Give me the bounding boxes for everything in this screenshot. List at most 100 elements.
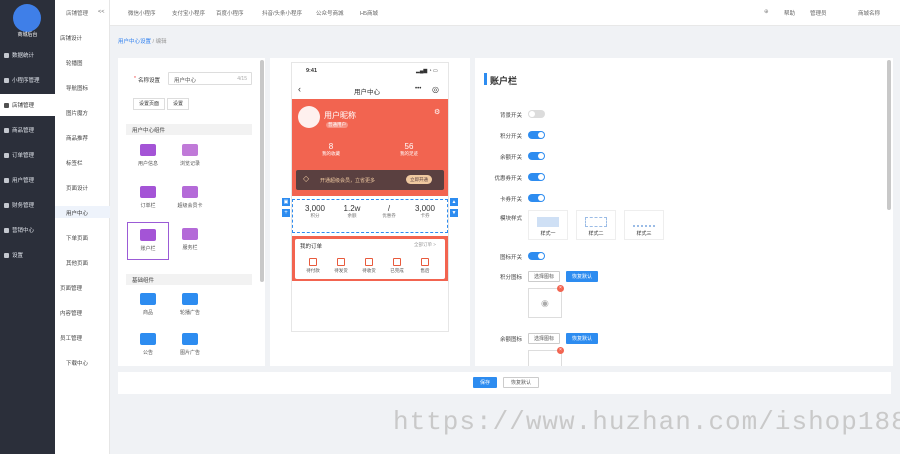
component-notice[interactable]: 公告 bbox=[127, 327, 169, 365]
sidebar-item-label: 财务管理 bbox=[12, 203, 35, 209]
style-preview-1 bbox=[537, 217, 559, 227]
component-history[interactable]: 浏览记录 bbox=[169, 138, 211, 176]
sidebar-item-goods[interactable]: 商品管理 bbox=[0, 119, 55, 141]
nav-link-douyin[interactable]: 抖音/头条小程序 bbox=[262, 9, 302, 17]
add-icon[interactable]: + bbox=[282, 209, 290, 217]
save-button[interactable]: 保存 bbox=[473, 377, 497, 388]
nav-link-alipay[interactable]: 支付宝小程序 bbox=[172, 9, 205, 17]
sidebar-item-miniapp[interactable]: 小程序管理 bbox=[0, 69, 55, 91]
nav-link-h5[interactable]: H5商城 bbox=[360, 9, 378, 17]
subnav-item[interactable]: 用户中心 bbox=[55, 206, 110, 218]
sidebar-item-settings[interactable]: 设置 bbox=[0, 244, 55, 266]
order-aftersale[interactable]: 售后 bbox=[414, 258, 436, 274]
move-down-icon[interactable]: ▼ bbox=[450, 209, 458, 217]
subnav-item[interactable]: 导航图标 bbox=[55, 81, 110, 93]
subnav-item[interactable]: 图片魔方 bbox=[55, 106, 110, 118]
breadcrumb-parent[interactable]: 用户中心设置 bbox=[118, 39, 151, 45]
sidebar-item-order[interactable]: 订单管理 bbox=[0, 144, 55, 166]
component-vip-card[interactable]: 超级会员卡 bbox=[169, 180, 211, 218]
help-link[interactable]: 帮助 bbox=[784, 9, 795, 17]
toggle-cards[interactable] bbox=[528, 194, 545, 202]
subnav-item[interactable]: 其他页面 bbox=[55, 256, 110, 268]
remove-points-icon[interactable]: × bbox=[557, 285, 564, 292]
toggle-icon-switch[interactable] bbox=[528, 252, 545, 260]
subnav-group[interactable]: 页面管理 bbox=[55, 284, 110, 292]
toggle-coupons[interactable] bbox=[528, 173, 545, 181]
subnav-item[interactable]: 标签栏 bbox=[55, 156, 110, 168]
style-option-3[interactable]: 样式三 bbox=[624, 210, 664, 240]
order-completed[interactable]: 已完成 bbox=[386, 258, 408, 274]
subnav-download-center[interactable]: 下载中心 bbox=[55, 359, 110, 367]
menu-dots-icon[interactable]: ••• bbox=[415, 86, 421, 92]
style-option-1[interactable]: 样式一 bbox=[528, 210, 568, 240]
sidebar-item-finance[interactable]: 财务管理 bbox=[0, 194, 55, 216]
copy-icon[interactable]: ▣ bbox=[282, 198, 290, 206]
toggle-points[interactable] bbox=[528, 131, 545, 139]
sidebar-item-chart[interactable]: 数据统计 bbox=[0, 44, 55, 66]
settings-gear-icon[interactable]: ⚙ bbox=[434, 108, 440, 116]
select-balance-icon-button[interactable]: 选择图标 bbox=[528, 333, 560, 344]
subnav-group[interactable]: 店铺设计 bbox=[55, 34, 110, 42]
nav-link-wechat[interactable]: 微信小程序 bbox=[128, 9, 156, 17]
vip-open-button[interactable]: 立即开通 bbox=[406, 175, 432, 184]
toggle-bg[interactable] bbox=[528, 110, 545, 118]
vip-banner[interactable]: ◇ 开通超级会员，立省更多 立即开通 bbox=[296, 170, 444, 190]
reset-points-icon-button[interactable]: 恢复默认 bbox=[566, 271, 598, 282]
orders-all-link[interactable]: 全部订单 > bbox=[414, 242, 436, 248]
subnav-item[interactable]: 轮播图 bbox=[55, 56, 110, 68]
component-user-info[interactable]: 用户信息 bbox=[127, 138, 169, 176]
order-unpaid[interactable]: 待付款 bbox=[302, 258, 324, 274]
subnav-item[interactable]: 商品推荐 bbox=[55, 131, 110, 143]
breadcrumb-current: 编辑 bbox=[155, 39, 167, 45]
help-icon[interactable]: ⊕ bbox=[764, 9, 769, 15]
toggle-balance[interactable] bbox=[528, 152, 545, 160]
component-goods[interactable]: 商品 bbox=[127, 287, 169, 325]
sidebar-item-user[interactable]: 用户管理 bbox=[0, 169, 55, 191]
target-icon[interactable]: ◎ bbox=[432, 85, 439, 94]
manager-menu[interactable]: 管理员 bbox=[810, 9, 827, 17]
settings-icon bbox=[4, 252, 9, 258]
subnav-group[interactable]: 内容管理 bbox=[55, 309, 110, 317]
component-image-ad[interactable]: 图片广告 bbox=[169, 327, 211, 365]
mall-menu[interactable]: 商城名称 bbox=[858, 9, 880, 17]
back-icon[interactable]: ‹ bbox=[298, 84, 301, 94]
component-account-bar[interactable]: 账户栏 bbox=[127, 222, 169, 260]
stat-footprint[interactable]: 56 我的足迹 bbox=[384, 142, 434, 157]
speaker-icon bbox=[140, 333, 156, 345]
stat-favorites[interactable]: 8 我的收藏 bbox=[306, 142, 356, 157]
nav-link-baidu[interactable]: 百度小程序 bbox=[216, 9, 244, 17]
order-unshipped[interactable]: 待发货 bbox=[330, 258, 352, 274]
collapse-button[interactable]: << bbox=[98, 9, 104, 15]
subnav-item[interactable]: 下单页面 bbox=[55, 231, 110, 243]
reset-balance-icon-button[interactable]: 恢复默认 bbox=[566, 333, 598, 344]
stat-points[interactable]: 3,000 积分 bbox=[296, 204, 334, 219]
stat-cards[interactable]: 3,000 卡券 bbox=[406, 204, 444, 219]
sidebar-item-marketing[interactable]: 营销中心 bbox=[0, 219, 55, 241]
subnav-group[interactable]: 员工管理 bbox=[55, 334, 110, 342]
diamond-icon: ◇ bbox=[303, 174, 310, 183]
component-service-bar[interactable]: 服务栏 bbox=[169, 222, 211, 260]
style-option-2[interactable]: 样式二 bbox=[576, 210, 616, 240]
left-scrollbar[interactable] bbox=[260, 60, 264, 282]
tab-settings[interactable]: 设置 bbox=[167, 98, 189, 110]
grid-icon bbox=[182, 228, 198, 240]
remove-balance-icon[interactable]: × bbox=[557, 347, 564, 354]
component-order-bar[interactable]: 订单栏 bbox=[127, 180, 169, 218]
vip-text: 开通超级会员，立省更多 bbox=[320, 178, 376, 184]
stat-balance[interactable]: 1.2w 余额 bbox=[333, 204, 371, 219]
order-unreceived[interactable]: 待收货 bbox=[358, 258, 380, 274]
avatar[interactable] bbox=[298, 106, 320, 128]
sidebar-item-label: 设置 bbox=[12, 253, 24, 259]
nav-link-mp[interactable]: 公众号商城 bbox=[316, 9, 344, 17]
right-scrollbar[interactable] bbox=[887, 60, 891, 210]
component-carousel[interactable]: 轮播广告 bbox=[169, 287, 211, 325]
style-preview-3 bbox=[633, 217, 655, 227]
sidebar-item-store[interactable]: 店铺管理 bbox=[0, 94, 55, 116]
stat-coupons[interactable]: / 优惠券 bbox=[370, 204, 408, 219]
reset-button[interactable]: 恢复默认 bbox=[503, 377, 539, 388]
tab-page-settings[interactable]: 设置页面 bbox=[133, 98, 165, 110]
subnav-item[interactable]: 页面设计 bbox=[55, 181, 110, 193]
select-points-icon-button[interactable]: 选择图标 bbox=[528, 271, 560, 282]
name-input[interactable]: 用户中心 4/15 bbox=[168, 72, 252, 85]
move-up-icon[interactable]: ▲ bbox=[450, 198, 458, 206]
